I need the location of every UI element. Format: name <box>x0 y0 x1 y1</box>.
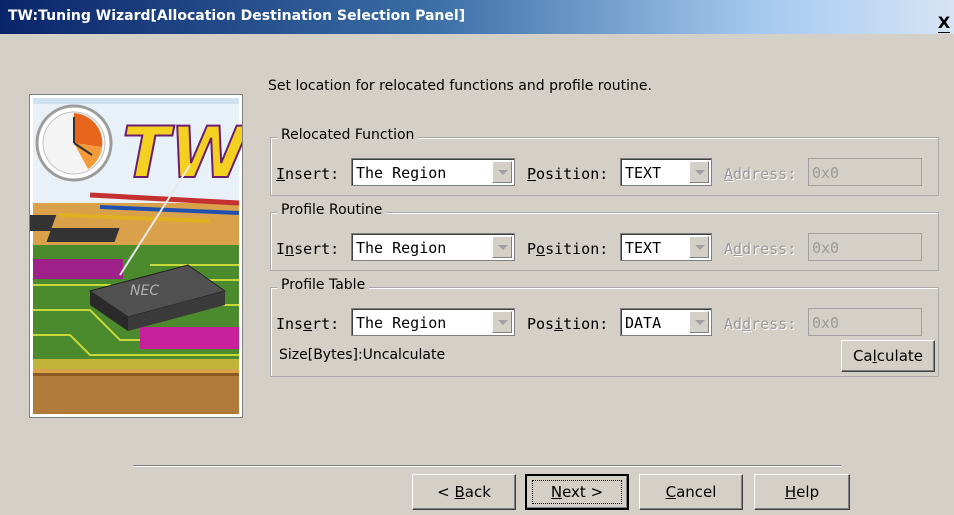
relocated-function-group: Relocated Function Insert: The Region Po… <box>270 127 939 196</box>
position-value: TEXT <box>625 239 662 257</box>
help-button[interactable]: Help <box>754 474 850 510</box>
group-legend: Relocated Function <box>277 127 419 143</box>
position-combobox[interactable]: TEXT <box>620 233 712 261</box>
chevron-down-icon <box>498 320 508 325</box>
size-bytes-text: Size[Bytes]:Uncalculate <box>279 347 446 363</box>
profile-table-group: Profile Table Insert: The Region Positio… <box>270 277 939 377</box>
address-value: 0x0 <box>812 314 840 332</box>
position-value: DATA <box>625 314 662 332</box>
insert-value: The Region <box>356 164 447 182</box>
position-label: Position: <box>527 240 609 258</box>
insert-value: The Region <box>356 314 447 332</box>
address-value: 0x0 <box>812 164 840 182</box>
address-field[interactable]: 0x0 <box>808 233 922 261</box>
chevron-down-icon <box>695 245 705 250</box>
address-label: Address: <box>724 165 797 183</box>
position-dropdown-button[interactable] <box>689 236 709 258</box>
group-legend: Profile Routine <box>277 202 387 218</box>
insert-combobox[interactable]: The Region <box>351 233 515 261</box>
instruction-text: Set location for relocated functions and… <box>268 78 652 94</box>
insert-combobox[interactable]: The Region <box>351 158 515 186</box>
insert-combobox[interactable]: The Region <box>351 308 515 336</box>
separator <box>133 465 841 467</box>
insert-dropdown-button[interactable] <box>492 311 512 333</box>
next-button[interactable]: Next > <box>525 474 629 510</box>
position-value: TEXT <box>625 164 662 182</box>
chevron-down-icon <box>695 320 705 325</box>
insert-dropdown-button[interactable] <box>492 236 512 258</box>
chevron-down-icon <box>498 170 508 175</box>
address-value: 0x0 <box>812 239 840 257</box>
calculate-button[interactable]: Calculate <box>841 340 935 372</box>
back-button[interactable]: < Back <box>412 474 516 510</box>
cancel-button[interactable]: Cancel <box>639 474 743 510</box>
close-icon[interactable]: X <box>936 15 952 33</box>
position-dropdown-button[interactable] <box>689 161 709 183</box>
chevron-down-icon <box>695 170 705 175</box>
insert-value: The Region <box>356 239 447 257</box>
position-combobox[interactable]: DATA <box>620 308 712 336</box>
insert-label: Insert: <box>276 240 340 258</box>
insert-label: Insert: <box>276 165 340 183</box>
address-field[interactable]: 0x0 <box>808 158 922 186</box>
insert-label: Insert: <box>276 315 340 333</box>
wizard-illustration: TW NEC <box>29 94 243 418</box>
window-title: TW:Tuning Wizard[Allocation Destination … <box>8 8 466 24</box>
chip-text: NEC <box>130 283 159 299</box>
logo-text: TW <box>122 112 242 194</box>
insert-dropdown-button[interactable] <box>492 161 512 183</box>
address-field[interactable]: 0x0 <box>808 308 922 336</box>
profile-routine-group: Profile Routine Insert: The Region Posit… <box>270 202 939 271</box>
title-bar[interactable]: TW:Tuning Wizard[Allocation Destination … <box>0 0 954 34</box>
position-combobox[interactable]: TEXT <box>620 158 712 186</box>
position-label: Position: <box>527 165 609 183</box>
position-label: Position: <box>527 315 609 333</box>
chevron-down-icon <box>498 245 508 250</box>
address-label: Address: <box>724 315 797 333</box>
address-label: Address: <box>724 240 797 258</box>
position-dropdown-button[interactable] <box>689 311 709 333</box>
tuning-wizard-dialog: TW:Tuning Wizard[Allocation Destination … <box>0 0 954 515</box>
group-legend: Profile Table <box>277 277 370 293</box>
